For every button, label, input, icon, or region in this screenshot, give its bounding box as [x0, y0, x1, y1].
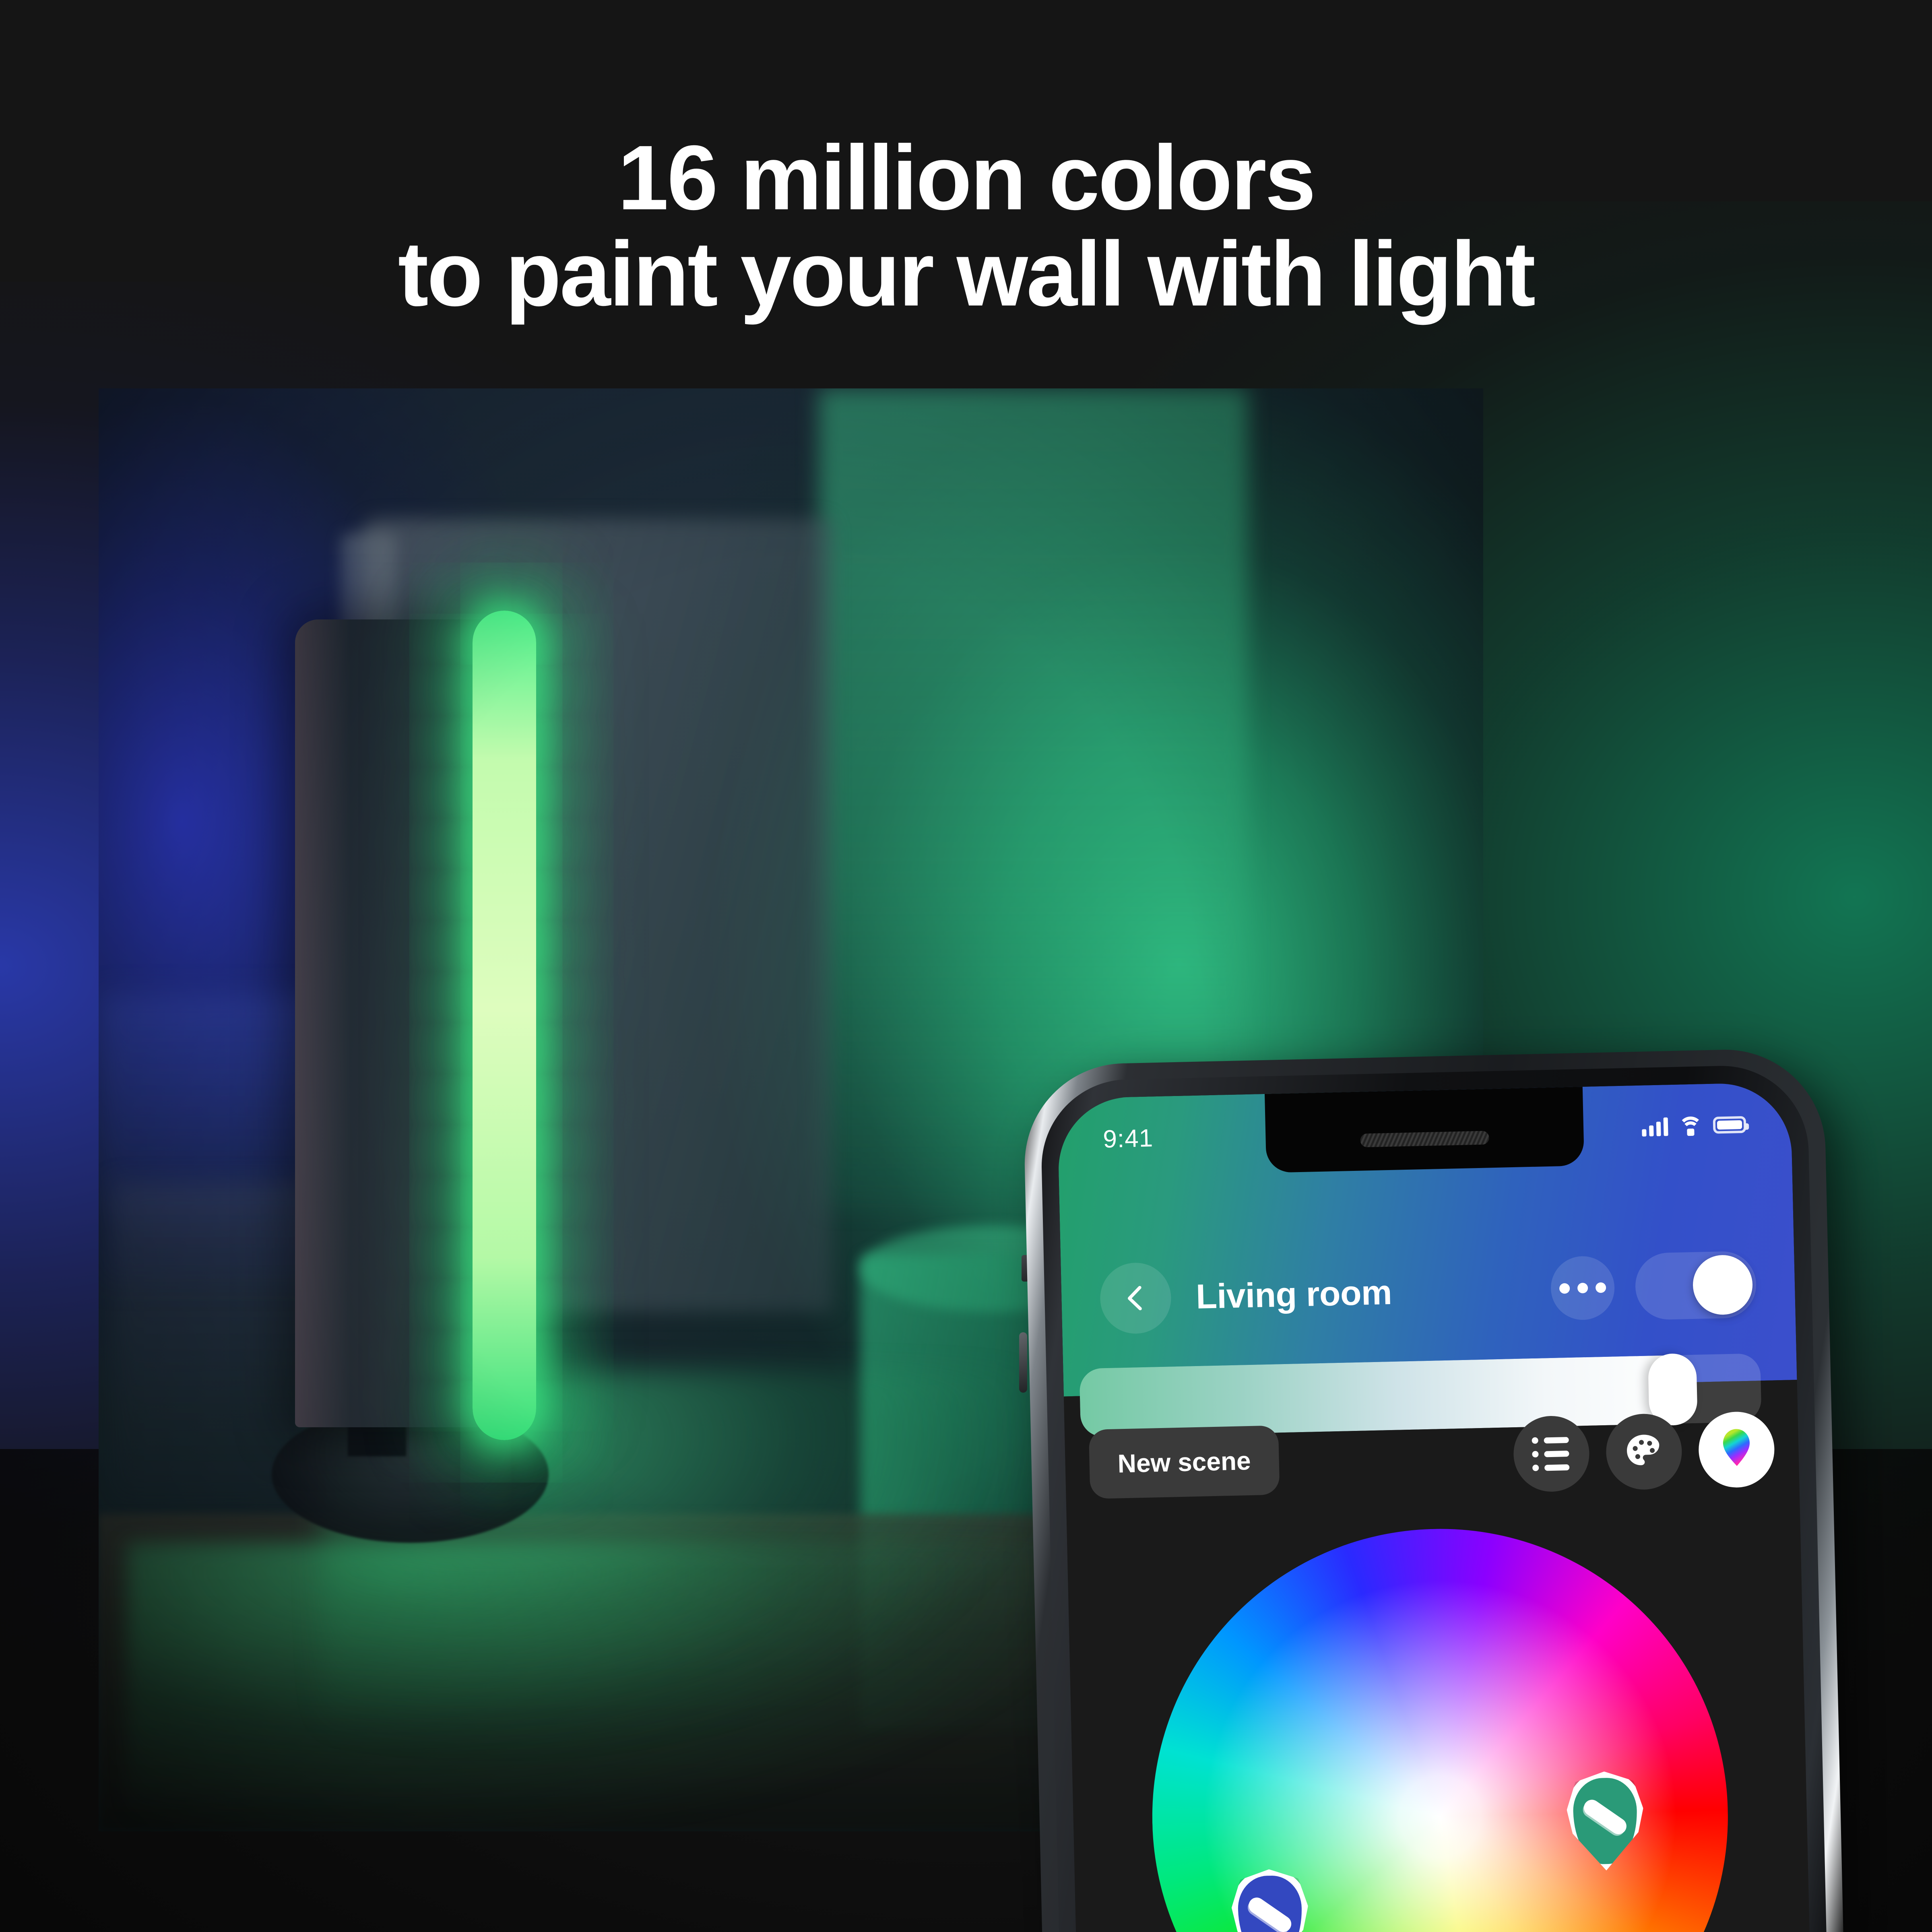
headline-line-2: to paint your wall with light [398, 223, 1536, 326]
status-bar-clock: 9:41 [1102, 1124, 1154, 1153]
scenes-list-button[interactable] [1513, 1415, 1590, 1493]
battery-full-icon [1713, 1116, 1749, 1134]
new-scene-button[interactable]: New scene [1088, 1425, 1280, 1499]
status-bar-indicators [1642, 1115, 1749, 1141]
phone-mockup: 9:41 Living room New scene [1022, 1047, 1860, 1932]
room-power-toggle[interactable] [1635, 1251, 1757, 1321]
chevron-left-icon [1128, 1286, 1142, 1311]
app-toolbar: New scene [1064, 1404, 1800, 1509]
toggle-knob [1692, 1254, 1753, 1315]
page-title: Living room [1195, 1273, 1392, 1316]
light-marker-green[interactable] [1566, 1771, 1645, 1871]
color-palette-icon [1627, 1435, 1660, 1466]
promo-canvas: 16 million colors to paint your wall wit… [0, 0, 1932, 1932]
cellular-signal-icon [1642, 1117, 1668, 1137]
palette-button[interactable] [1605, 1413, 1683, 1490]
headline-line-1: 16 million colors [617, 126, 1316, 229]
headline: 16 million colors to paint your wall wit… [0, 130, 1932, 323]
phone-volume-button[interactable] [1019, 1332, 1027, 1393]
more-options-button[interactable] [1550, 1255, 1615, 1321]
light-marker-blue[interactable] [1231, 1868, 1310, 1932]
wifi-icon [1678, 1116, 1703, 1141]
list-icon [1532, 1437, 1571, 1472]
back-button[interactable] [1099, 1262, 1172, 1335]
color-droplet-icon [1723, 1429, 1750, 1466]
app-nav-row: Living room [1061, 1239, 1796, 1344]
more-options-icon [1559, 1283, 1570, 1294]
phone-screen: 9:41 Living room New scene [1057, 1082, 1810, 1932]
color-picker-button[interactable] [1698, 1411, 1775, 1488]
color-wheel[interactable] [1146, 1522, 1734, 1932]
